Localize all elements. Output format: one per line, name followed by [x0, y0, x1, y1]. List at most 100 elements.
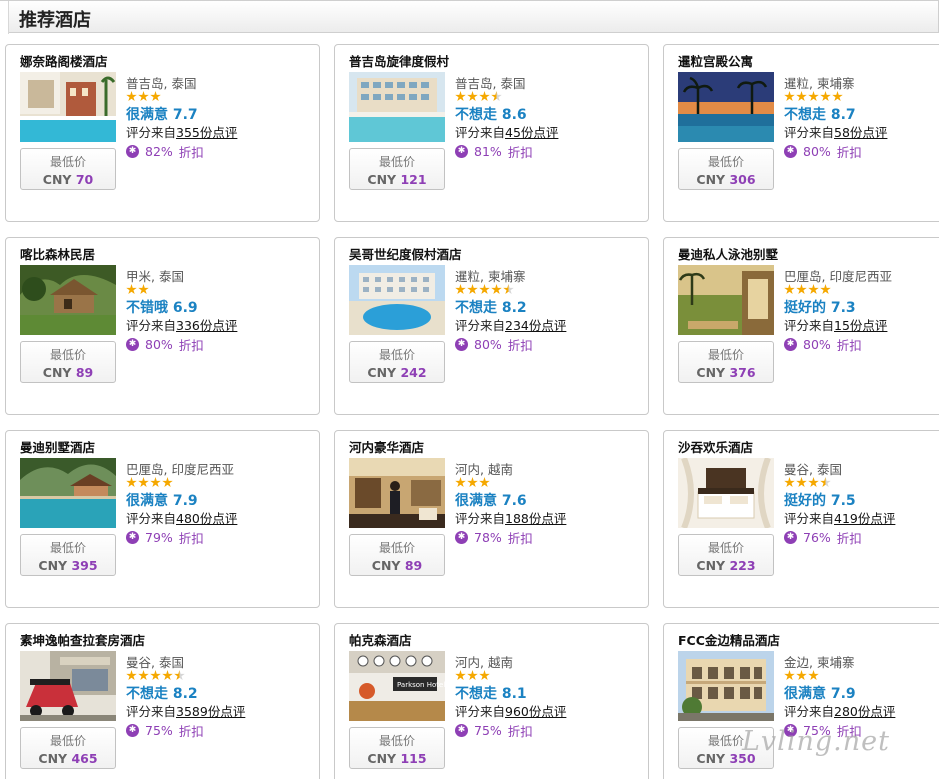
lowest-price-button[interactable]: 最低价 CNY 223 — [678, 534, 774, 576]
reviews-link[interactable]: 336份点评 — [176, 318, 237, 333]
hotel-card[interactable]: 喀比森林民居 甲米, 泰国 不错哦 6.9 评分来自336份点评 ✱ 80% 折扣 最低价 CN… — [5, 237, 320, 415]
reviews-link[interactable]: 280份点评 — [834, 704, 895, 719]
star-icon — [455, 477, 466, 488]
hotel-name-link[interactable]: 帕克森酒店 — [349, 630, 412, 649]
reviews-link[interactable]: 960份点评 — [505, 704, 566, 719]
review-prefix: 评分来自 — [126, 318, 177, 333]
lowest-price-button[interactable]: 最低价 CNY 465 — [20, 727, 116, 769]
hotel-photo[interactable]: Parkson Hotel — [349, 651, 445, 721]
rating-score: 8.1 — [501, 686, 527, 702]
currency: CNY — [367, 751, 397, 766]
hotel-card[interactable]: 河内豪华酒店 河内, 越南 很满意 7.6 评分来自188份点评 ✱ 78% 折扣 最低价 CN… — [334, 430, 649, 608]
hotel-card[interactable]: 暹粒宫殿公寓 暹粒, 柬埔寨 不想走 8.7 评分来自58份点评 ✱ 80% 折扣 最低价 CN… — [663, 44, 939, 222]
hotel-photo[interactable] — [20, 72, 116, 142]
hotel-card[interactable]: 普吉岛旋律度假村 普吉岛, 泰国 不想走 8.6 评分来自45份点评 ✱ 81% 折扣 最低价… — [334, 44, 649, 222]
lowest-price-button[interactable]: 最低价 CNY 395 — [20, 534, 116, 576]
star-icon — [479, 284, 490, 295]
lowest-price-button[interactable]: 最低价 CNY 89 — [20, 341, 116, 383]
review-count: 评分来自3589份点评 — [126, 701, 245, 720]
price-amount: 376 — [729, 365, 756, 380]
reviews-link[interactable]: 234份点评 — [505, 318, 566, 333]
lowest-price-button[interactable]: 最低价 CNY 376 — [678, 341, 774, 383]
hotel-name-link[interactable]: 曼迪私人泳池别墅 — [678, 244, 778, 263]
discount-percent: 75% — [474, 723, 502, 738]
hotel-card[interactable]: 吴哥世纪度假村酒店 暹粒, 柬埔寨 不想走 8.2 评分来自234份点评 ✱ 80% 折扣最… — [334, 237, 649, 415]
currency: CNY — [38, 751, 68, 766]
hotel-name-link[interactable]: 普吉岛旋律度假村 — [349, 51, 449, 70]
guest-rating: 很满意 7.9 — [784, 683, 856, 703]
lowest-price-button[interactable]: 最低价 CNY 115 — [349, 727, 445, 769]
hotel-card[interactable]: 娜奈路阁楼酒店 普吉岛, 泰国 很满意 7.7 评分来自355份点评 ✱ 82% 折扣 最低价… — [5, 44, 320, 222]
hotel-name-link[interactable]: 暹粒宫殿公寓 — [678, 51, 753, 70]
guest-rating: 不想走 8.6 — [455, 104, 527, 124]
hotel-photo[interactable] — [678, 458, 774, 528]
lowest-price-button[interactable]: 最低价 CNY 89 — [349, 534, 445, 576]
star-icon — [820, 91, 831, 102]
review-prefix: 评分来自 — [784, 704, 835, 719]
hotel-photo[interactable] — [678, 72, 774, 142]
hotel-name-link[interactable]: 沙吞欢乐酒店 — [678, 437, 753, 456]
hotel-name-link[interactable]: 素坤逸帕查拉套房酒店 — [20, 630, 145, 649]
star-icon — [491, 284, 502, 295]
hotel-photo[interactable] — [678, 265, 774, 335]
hotel-name-link[interactable]: 河内豪华酒店 — [349, 437, 424, 456]
hotel-photo[interactable] — [20, 458, 116, 528]
hotel-card[interactable]: 沙吞欢乐酒店 曼谷, 泰国 挺好的 7.5 评分来自419份点评 ✱ 76% 折扣 最低价 CN… — [663, 430, 939, 608]
hotel-location: 曼谷, 泰国 — [784, 462, 842, 477]
discount-info: ✱ 80% 折扣 — [784, 335, 862, 354]
review-prefix: 评分来自 — [126, 704, 177, 719]
price-value: CNY 89 — [21, 365, 115, 380]
discount-info: ✱ 75% 折扣 — [455, 721, 533, 740]
lowest-price-button[interactable]: 最低价 CNY 306 — [678, 148, 774, 190]
hotel-photo[interactable] — [349, 458, 445, 528]
reviews-link[interactable]: 480份点评 — [176, 511, 237, 526]
review-count: 评分来自419份点评 — [784, 508, 895, 527]
rating-score: 7.9 — [830, 686, 856, 702]
hotel-card[interactable]: 素坤逸帕查拉套房酒店 曼谷, 泰国 不想走 8.2 评分来自3589份点评 ✱ 75% 折扣… — [5, 623, 320, 779]
price-value: CNY 306 — [679, 172, 773, 187]
hotel-photo[interactable] — [349, 265, 445, 335]
price-value: CNY 395 — [21, 558, 115, 573]
hotel-name-link[interactable]: FCC金边精品酒店 — [678, 630, 780, 649]
reviews-link[interactable]: 3589份点评 — [176, 704, 245, 719]
hotel-card[interactable]: 帕克森酒店 Parkson Hotel 河内, 越南 不想走 8.1 评分来自960份点… — [334, 623, 649, 779]
star-icon — [808, 477, 819, 488]
review-prefix: 评分来自 — [455, 511, 506, 526]
hotel-card[interactable]: 曼迪别墅酒店 巴厘岛, 印度尼西亚 很满意 7.9 评分来自480份点评 ✱ 79% 折扣最… — [5, 430, 320, 608]
star-icon — [808, 91, 819, 102]
hotel-photo[interactable] — [20, 265, 116, 335]
discount-icon: ✱ — [784, 338, 797, 351]
star-icon — [467, 670, 478, 681]
lowest-price-button[interactable]: 最低价 CNY 70 — [20, 148, 116, 190]
reviews-link[interactable]: 419份点评 — [834, 511, 895, 526]
hotel-photo[interactable] — [678, 651, 774, 721]
price-amount: 306 — [729, 172, 756, 187]
rating-text: 不想走 — [126, 686, 168, 702]
discount-percent: 80% — [803, 144, 831, 159]
discount-info: ✱ 82% 折扣 — [126, 142, 204, 161]
hotel-name-link[interactable]: 曼迪别墅酒店 — [20, 437, 95, 456]
discount-info: ✱ 80% 折扣 — [784, 142, 862, 161]
hotel-card[interactable]: 曼迪私人泳池别墅 巴厘岛, 印度尼西亚 挺好的 7.3 评分来自15份点评 ✱ 80% 折扣… — [663, 237, 939, 415]
reviews-link[interactable]: 355份点评 — [176, 125, 237, 140]
price-amount: 89 — [404, 558, 423, 573]
reviews-link[interactable]: 45份点评 — [505, 125, 558, 140]
star-icon — [784, 477, 795, 488]
lowest-price-button[interactable]: 最低价 CNY 121 — [349, 148, 445, 190]
currency: CNY — [696, 365, 726, 380]
hotel-name-link[interactable]: 喀比森林民居 — [20, 244, 95, 263]
hotel-name-link[interactable]: 吴哥世纪度假村酒店 — [349, 244, 462, 263]
discount-label: 折扣 — [507, 531, 533, 546]
discount-icon: ✱ — [455, 531, 468, 544]
star-rating — [126, 91, 161, 103]
reviews-link[interactable]: 188份点评 — [505, 511, 566, 526]
hotel-photo[interactable] — [20, 651, 116, 721]
lowest-price-button[interactable]: 最低价 CNY 242 — [349, 341, 445, 383]
rating-score: 6.9 — [172, 300, 198, 316]
reviews-link[interactable]: 58份点评 — [834, 125, 887, 140]
hotel-photo[interactable] — [349, 72, 445, 142]
discount-label: 折扣 — [836, 531, 862, 546]
hotel-name-link[interactable]: 娜奈路阁楼酒店 — [20, 51, 108, 70]
price-label: 最低价 — [707, 348, 744, 362]
reviews-link[interactable]: 15份点评 — [834, 318, 887, 333]
